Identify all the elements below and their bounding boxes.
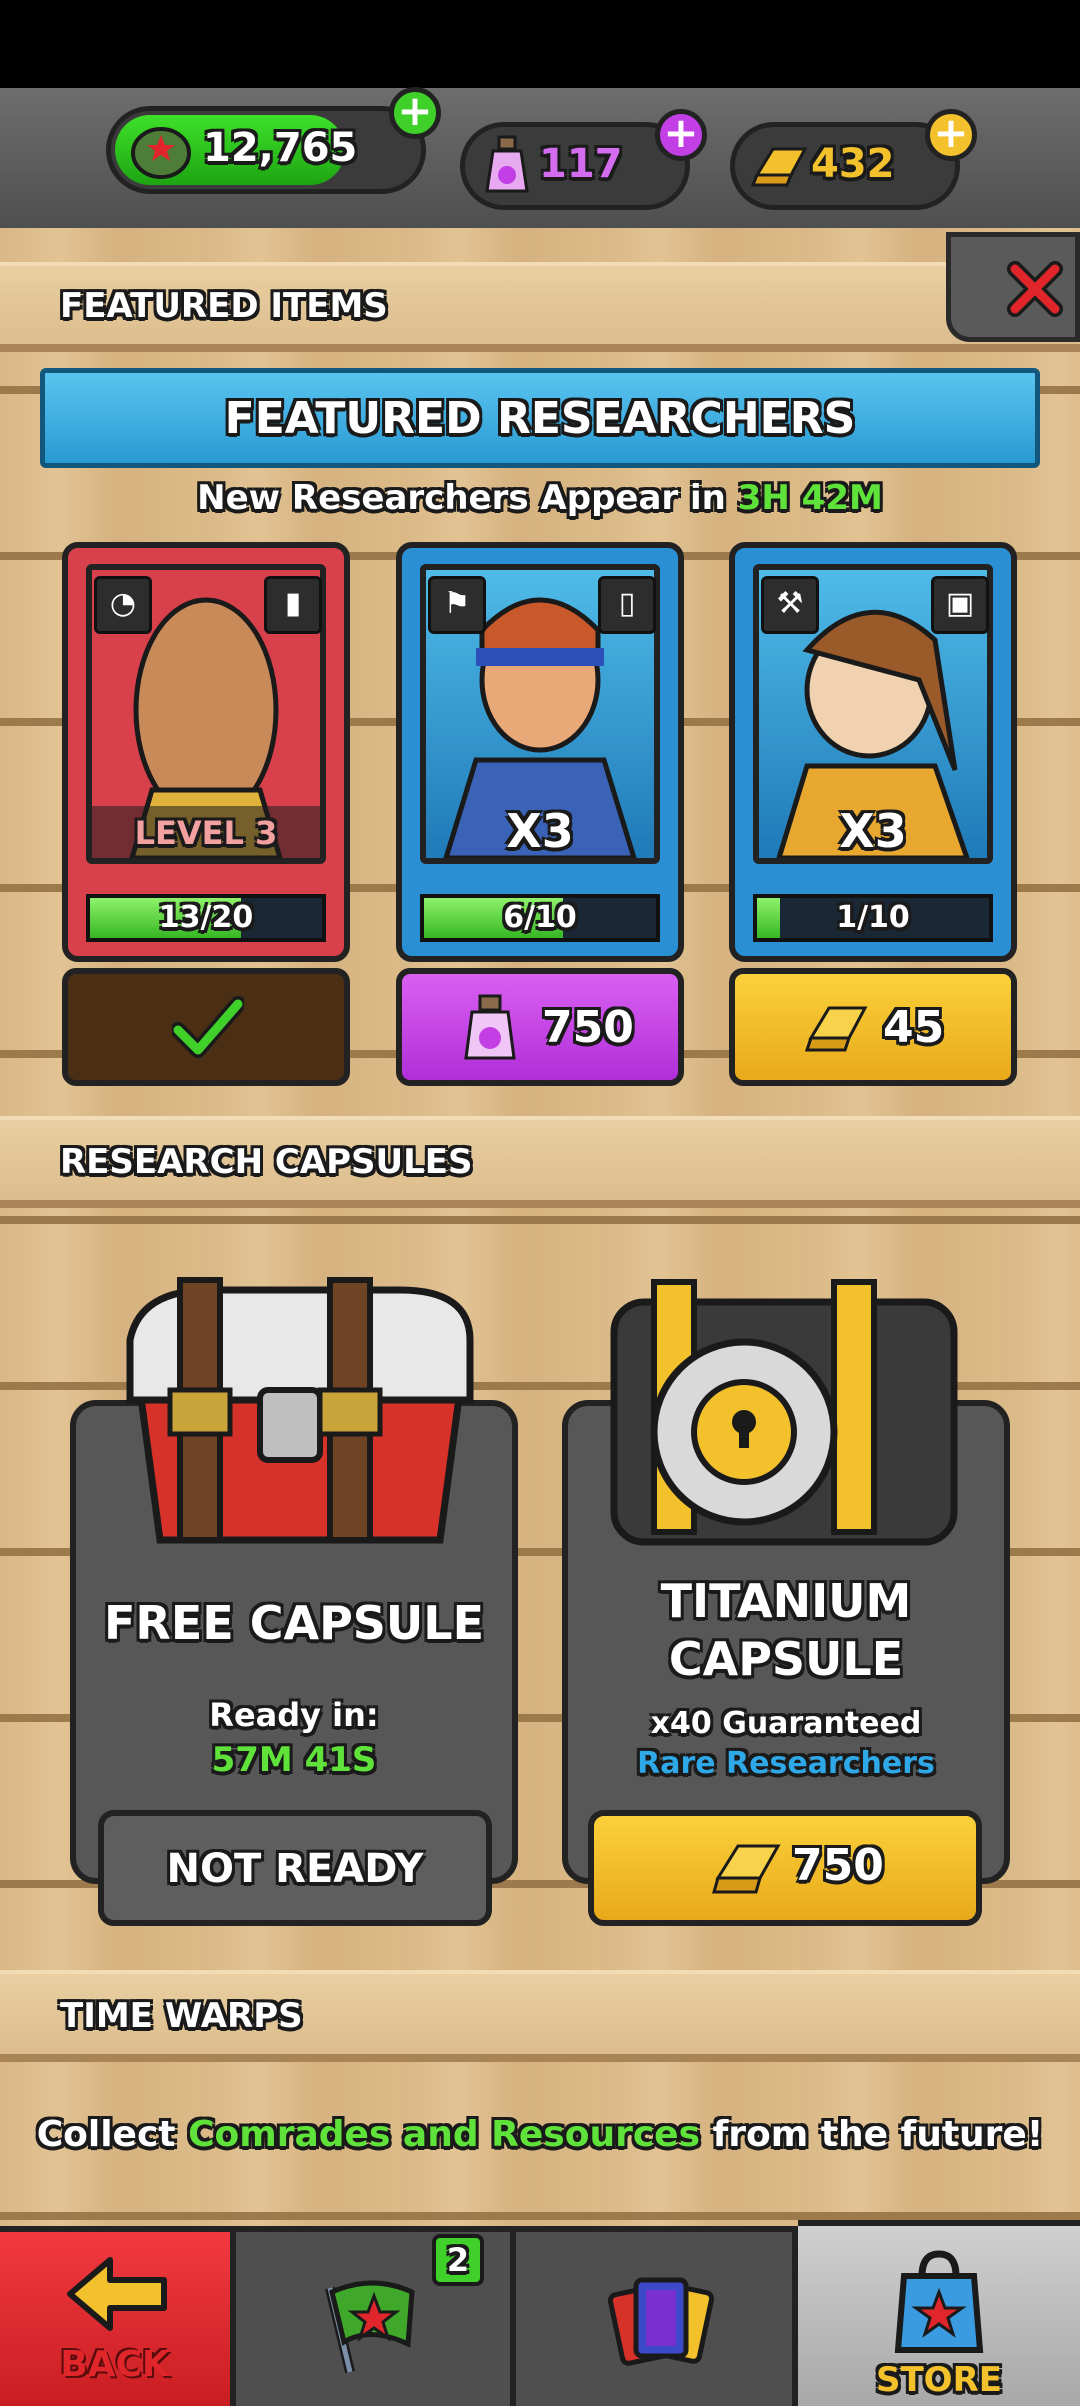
close-button[interactable] [946, 232, 1080, 342]
titanium-title-line2: CAPSULE [668, 1632, 904, 1686]
add-soldiers-button[interactable]: + [389, 87, 441, 139]
gold-bar-icon [751, 147, 808, 187]
store-label: STORE [876, 2360, 1002, 2400]
cards-tab[interactable] [516, 2232, 798, 2406]
flag-star-icon [325, 2280, 415, 2374]
timer-prefix: New Researchers Appear in [197, 478, 726, 518]
store-background [0, 228, 1080, 2228]
gold-pill[interactable]: 432 + [730, 109, 977, 210]
titanium-rarity: Rare Researchers [637, 1746, 935, 1781]
speed-icon: ◔ [94, 576, 152, 634]
ready-time: 57M 41S [211, 1740, 377, 1780]
titanium-title-line1: TITANIUM [660, 1574, 912, 1628]
card-1-level: LEVEL 3 [134, 814, 278, 852]
time-warps-description: Collect Comrades and Resources from the … [0, 2114, 1080, 2155]
buy-researcher-gold-button[interactable]: 45 [729, 968, 1017, 1086]
card-2-progress: 6/10 [420, 894, 660, 942]
featured-researchers-banner: FEATURED RESEARCHERS [40, 368, 1040, 468]
back-button[interactable]: BACK [0, 2232, 236, 2406]
add-potions-button[interactable]: + [655, 109, 707, 161]
card-3-multiplier: X3 [839, 804, 907, 858]
ready-label: Ready in: [209, 1696, 379, 1734]
gold-bar-icon [712, 1844, 781, 1894]
soldiers-pill[interactable]: 12,765 + [106, 87, 441, 194]
gold-price: 45 [883, 1002, 945, 1053]
timer-value: 3H 42M [737, 478, 883, 518]
cards-icon [607, 2277, 715, 2366]
back-label: BACK [60, 2344, 170, 2385]
time-warps-header: TIME WARPS [0, 1970, 1080, 2062]
gold-count: 432 [811, 141, 895, 187]
store-tab[interactable]: STORE [798, 2220, 1080, 2406]
titanium-guarantee: x40 Guaranteed [650, 1706, 922, 1741]
card-1-progress-text: 13/20 [158, 900, 254, 935]
featured-items-title: FEATURED ITEMS [60, 286, 388, 326]
researcher-card-2[interactable]: X3 ⚑ ▯ 6/10 [396, 542, 684, 962]
card-3-progress: 1/10 [753, 894, 993, 942]
time-warps-title: TIME WARPS [60, 1996, 303, 2036]
researcher-card-1[interactable]: LEVEL 3 ◔ ▮ 13/20 [62, 542, 350, 962]
research-capsules-title: RESEARCH CAPSULES [60, 1142, 473, 1182]
potion-icon [485, 135, 529, 193]
titanium-capsule-title: TITANIUM CAPSULE [568, 1572, 1004, 1688]
shopping-bag-icon [894, 2250, 984, 2353]
tw-text-highlight: Comrades and Resources [188, 2114, 701, 2155]
free-capsule-chest-icon [126, 1277, 474, 1544]
bottle-icon: ▯ [598, 576, 656, 634]
featured-items-header: FEATURED ITEMS [0, 262, 1080, 352]
checkmark-icon [172, 996, 244, 1058]
potions-pill[interactable]: 117 + [460, 109, 707, 210]
potion-icon [464, 994, 516, 1060]
tw-text-end: from the future! [712, 2114, 1044, 2155]
missions-tab[interactable]: 2 [236, 2232, 516, 2406]
card-1-progress: 13/20 [86, 894, 326, 942]
hammer-icon: ⚒ [761, 576, 819, 634]
card-2-progress-text: 6/10 [503, 900, 577, 935]
new-researchers-timer: New Researchers Appear in 3H 42M [0, 478, 1080, 518]
potions-count: 117 [539, 141, 623, 187]
card-2-multiplier: X3 [506, 804, 574, 858]
soldiers-count: 12,765 [203, 125, 358, 171]
missions-badge: 2 [432, 2234, 484, 2286]
add-gold-button[interactable]: + [925, 109, 977, 161]
banner-title: FEATURED RESEARCHERS [224, 393, 856, 444]
buy-researcher-potion-button[interactable]: 750 [396, 968, 684, 1086]
status-bar [0, 0, 1080, 88]
back-arrow-icon [67, 2257, 167, 2331]
close-icon [1007, 261, 1063, 317]
gold-bar-icon [805, 1006, 868, 1052]
potion-price: 750 [542, 1002, 634, 1053]
buy-titanium-capsule-button[interactable]: 750 [588, 1810, 982, 1926]
owned-checkmark-button [62, 968, 350, 1086]
research-capsules-header: RESEARCH CAPSULES [0, 1116, 1080, 1208]
titanium-capsule-vault-icon [610, 1279, 958, 1546]
flag-icon: ⚑ [428, 576, 486, 634]
titanium-price: 750 [792, 1840, 884, 1891]
free-capsule-title: FREE CAPSULE [104, 1596, 484, 1650]
researcher-card-3[interactable]: X3 ⚒ ▣ 1/10 [729, 542, 1017, 962]
not-ready-label: NOT READY [166, 1846, 424, 1892]
not-ready-button[interactable]: NOT READY [98, 1810, 492, 1926]
item-icon: ▮ [264, 576, 322, 634]
currency-bar: 12,765 + 117 + 432 + [0, 87, 1080, 234]
tank-icon: ▣ [931, 576, 989, 634]
card-3-progress-text: 1/10 [836, 900, 910, 935]
tw-text-start: Collect [36, 2114, 176, 2155]
helmet-icon [131, 127, 191, 179]
bottom-navigation: BACK 2 STORE [0, 2220, 1080, 2406]
